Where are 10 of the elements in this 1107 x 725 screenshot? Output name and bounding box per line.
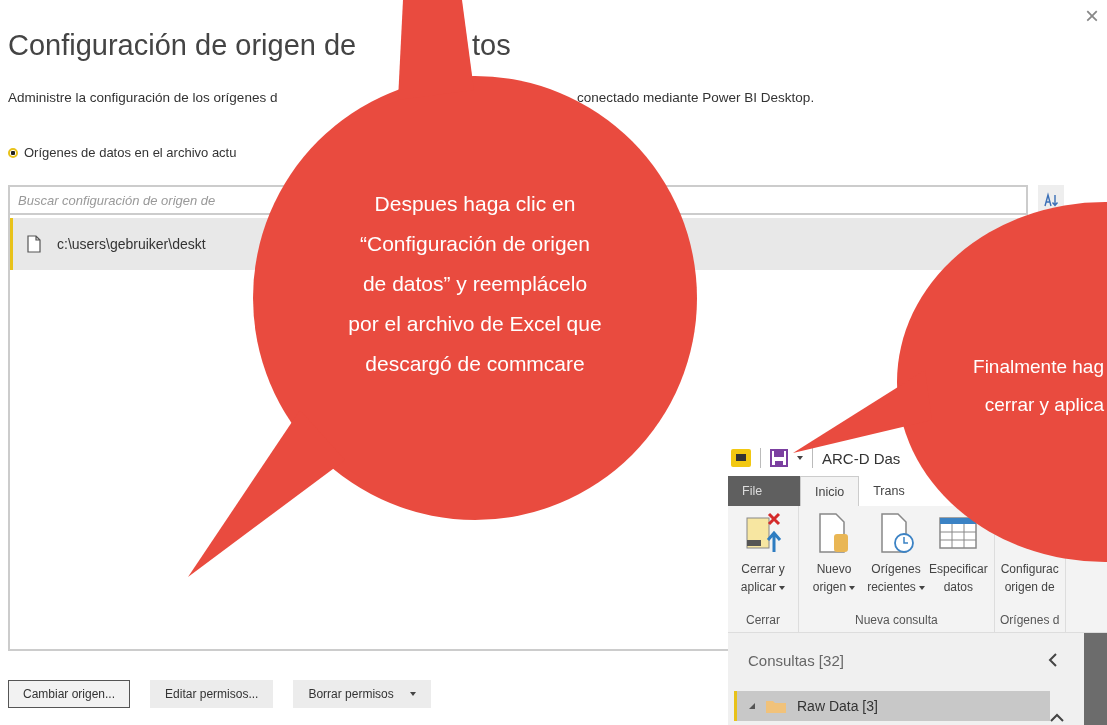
pane-title: Consultas [32] (748, 651, 844, 669)
dialog-title: tos (472, 28, 511, 62)
description-text: conectado mediante Power BI Desktop. (577, 90, 815, 107)
tooltip-text: Finalmente hag cerrar y aplica (973, 355, 1104, 417)
description-text: Administre la configuración de los orígenes d (8, 90, 279, 107)
dialog-title: Configuración de origen de (8, 28, 358, 62)
group-label: Nueva consulta (854, 613, 939, 629)
group-label: Cerrar (745, 613, 781, 629)
window-title: ARC-D Das (822, 449, 901, 467)
group-label: Orígenes d (999, 613, 1061, 629)
